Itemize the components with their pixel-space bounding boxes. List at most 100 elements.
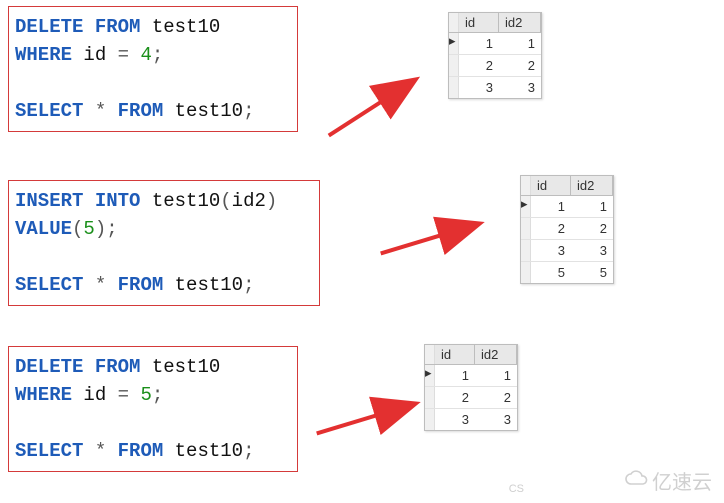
- sql-punct-token: ;: [243, 100, 254, 122]
- watermark-yisu: 亿速云: [624, 466, 712, 495]
- sql-space: [83, 100, 94, 122]
- row-marker: [425, 345, 435, 364]
- table-body: ▸112233: [425, 365, 517, 430]
- sql-code-box-1: INSERT INTO test10(id2) VALUE(5); SELECT…: [8, 180, 320, 306]
- sql-ident-token: id: [83, 44, 106, 66]
- sql-kw-token: INSERT: [15, 190, 83, 212]
- sql-space: [106, 44, 117, 66]
- sql-space: [106, 274, 117, 296]
- result-table-0: idid2▸112233: [448, 12, 542, 99]
- sql-punct-token: ;: [243, 274, 254, 296]
- column-header-id: id: [435, 345, 475, 364]
- table-cell: 3: [435, 409, 475, 430]
- sql-kw-token: DELETE: [15, 16, 83, 38]
- sql-space: [83, 190, 94, 212]
- table-cell: 5: [571, 262, 613, 283]
- sql-punct-token: ;: [152, 384, 163, 406]
- arrow-icon: [307, 384, 434, 454]
- sql-ident-token: test10: [175, 100, 243, 122]
- table-row: 22: [449, 54, 541, 76]
- row-marker: [449, 77, 459, 98]
- sql-ident-token: test10: [152, 356, 220, 378]
- sql-space: [72, 384, 83, 406]
- table-cell: 2: [571, 218, 613, 239]
- table-row: 33: [521, 239, 613, 261]
- sql-space: [140, 16, 151, 38]
- row-marker: [449, 55, 459, 76]
- table-cell: 1: [571, 196, 613, 217]
- table-cell: 5: [531, 262, 571, 283]
- row-marker: [449, 13, 459, 32]
- table-cell: 2: [531, 218, 571, 239]
- column-header-id: id: [459, 13, 499, 32]
- sql-space: [72, 44, 83, 66]
- sql-num-token: 5: [140, 384, 151, 406]
- sql-kw-token: DELETE: [15, 356, 83, 378]
- sql-space: [106, 440, 117, 462]
- sql-kw-token: WHERE: [15, 384, 72, 406]
- row-marker: [425, 387, 435, 408]
- table-header: idid2: [449, 13, 541, 33]
- sql-kw-token: SELECT: [15, 274, 83, 296]
- sql-punct-token: ): [266, 190, 277, 212]
- sql-num-token: 5: [83, 218, 94, 240]
- sql-kw-token: FROM: [95, 356, 141, 378]
- sql-space: [83, 16, 94, 38]
- sql-space: [163, 274, 174, 296]
- sql-num-token: 4: [140, 44, 151, 66]
- row-marker: [521, 262, 531, 283]
- sql-punct-token: ;: [106, 218, 117, 240]
- sql-ident-token: test10: [175, 440, 243, 462]
- sql-space: [163, 100, 174, 122]
- sql-ident-token: test10: [152, 16, 220, 38]
- row-marker: [521, 176, 531, 195]
- sql-space: [106, 100, 117, 122]
- sql-op-token: *: [95, 274, 106, 296]
- table-cell: 3: [571, 240, 613, 261]
- sql-punct-token: (: [72, 218, 83, 240]
- table-row: ▸11: [425, 365, 517, 386]
- table-cell: 2: [459, 55, 499, 76]
- sql-punct-token: (: [220, 190, 231, 212]
- result-table-1: idid2▸11223355: [520, 175, 614, 284]
- table-cell: 2: [435, 387, 475, 408]
- sql-punct-token: ;: [152, 44, 163, 66]
- table-row: 33: [425, 408, 517, 430]
- sql-kw-token: FROM: [95, 16, 141, 38]
- table-cell: 3: [475, 409, 517, 430]
- table-body: ▸11223355: [521, 196, 613, 283]
- sql-ident-token: test10: [152, 190, 220, 212]
- row-marker: ▸: [449, 33, 459, 54]
- sql-space: [83, 356, 94, 378]
- table-row: 22: [425, 386, 517, 408]
- watermark-yisu-label: 亿速云: [652, 466, 712, 495]
- table-cell: 1: [531, 196, 571, 217]
- column-header-id2: id2: [571, 176, 613, 195]
- table-cell: 2: [475, 387, 517, 408]
- watermark-csdn: CS: [509, 483, 524, 495]
- sql-space: [129, 44, 140, 66]
- column-header-id: id: [531, 176, 571, 195]
- table-cell: 3: [499, 77, 541, 98]
- sql-kw-token: INTO: [95, 190, 141, 212]
- table-cell: 2: [499, 55, 541, 76]
- table-cell: 1: [475, 365, 517, 386]
- table-cell: 1: [459, 33, 499, 54]
- table-row: 33: [449, 76, 541, 98]
- sql-op-token: *: [95, 100, 106, 122]
- row-marker: ▸: [521, 196, 531, 217]
- sql-space: [106, 384, 117, 406]
- sql-space: [163, 440, 174, 462]
- sql-kw-token: FROM: [118, 440, 164, 462]
- arrow-icon: [311, 58, 441, 156]
- sql-space: [129, 384, 140, 406]
- sql-code-box-0: DELETE FROM test10 WHERE id = 4; SELECT …: [8, 6, 298, 132]
- sql-space: [83, 274, 94, 296]
- sql-ident-token: test10: [175, 274, 243, 296]
- sql-space: [140, 356, 151, 378]
- table-header: idid2: [425, 345, 517, 365]
- table-cell: 1: [435, 365, 475, 386]
- table-row: ▸11: [521, 196, 613, 217]
- table-row: ▸11: [449, 33, 541, 54]
- row-marker: [521, 218, 531, 239]
